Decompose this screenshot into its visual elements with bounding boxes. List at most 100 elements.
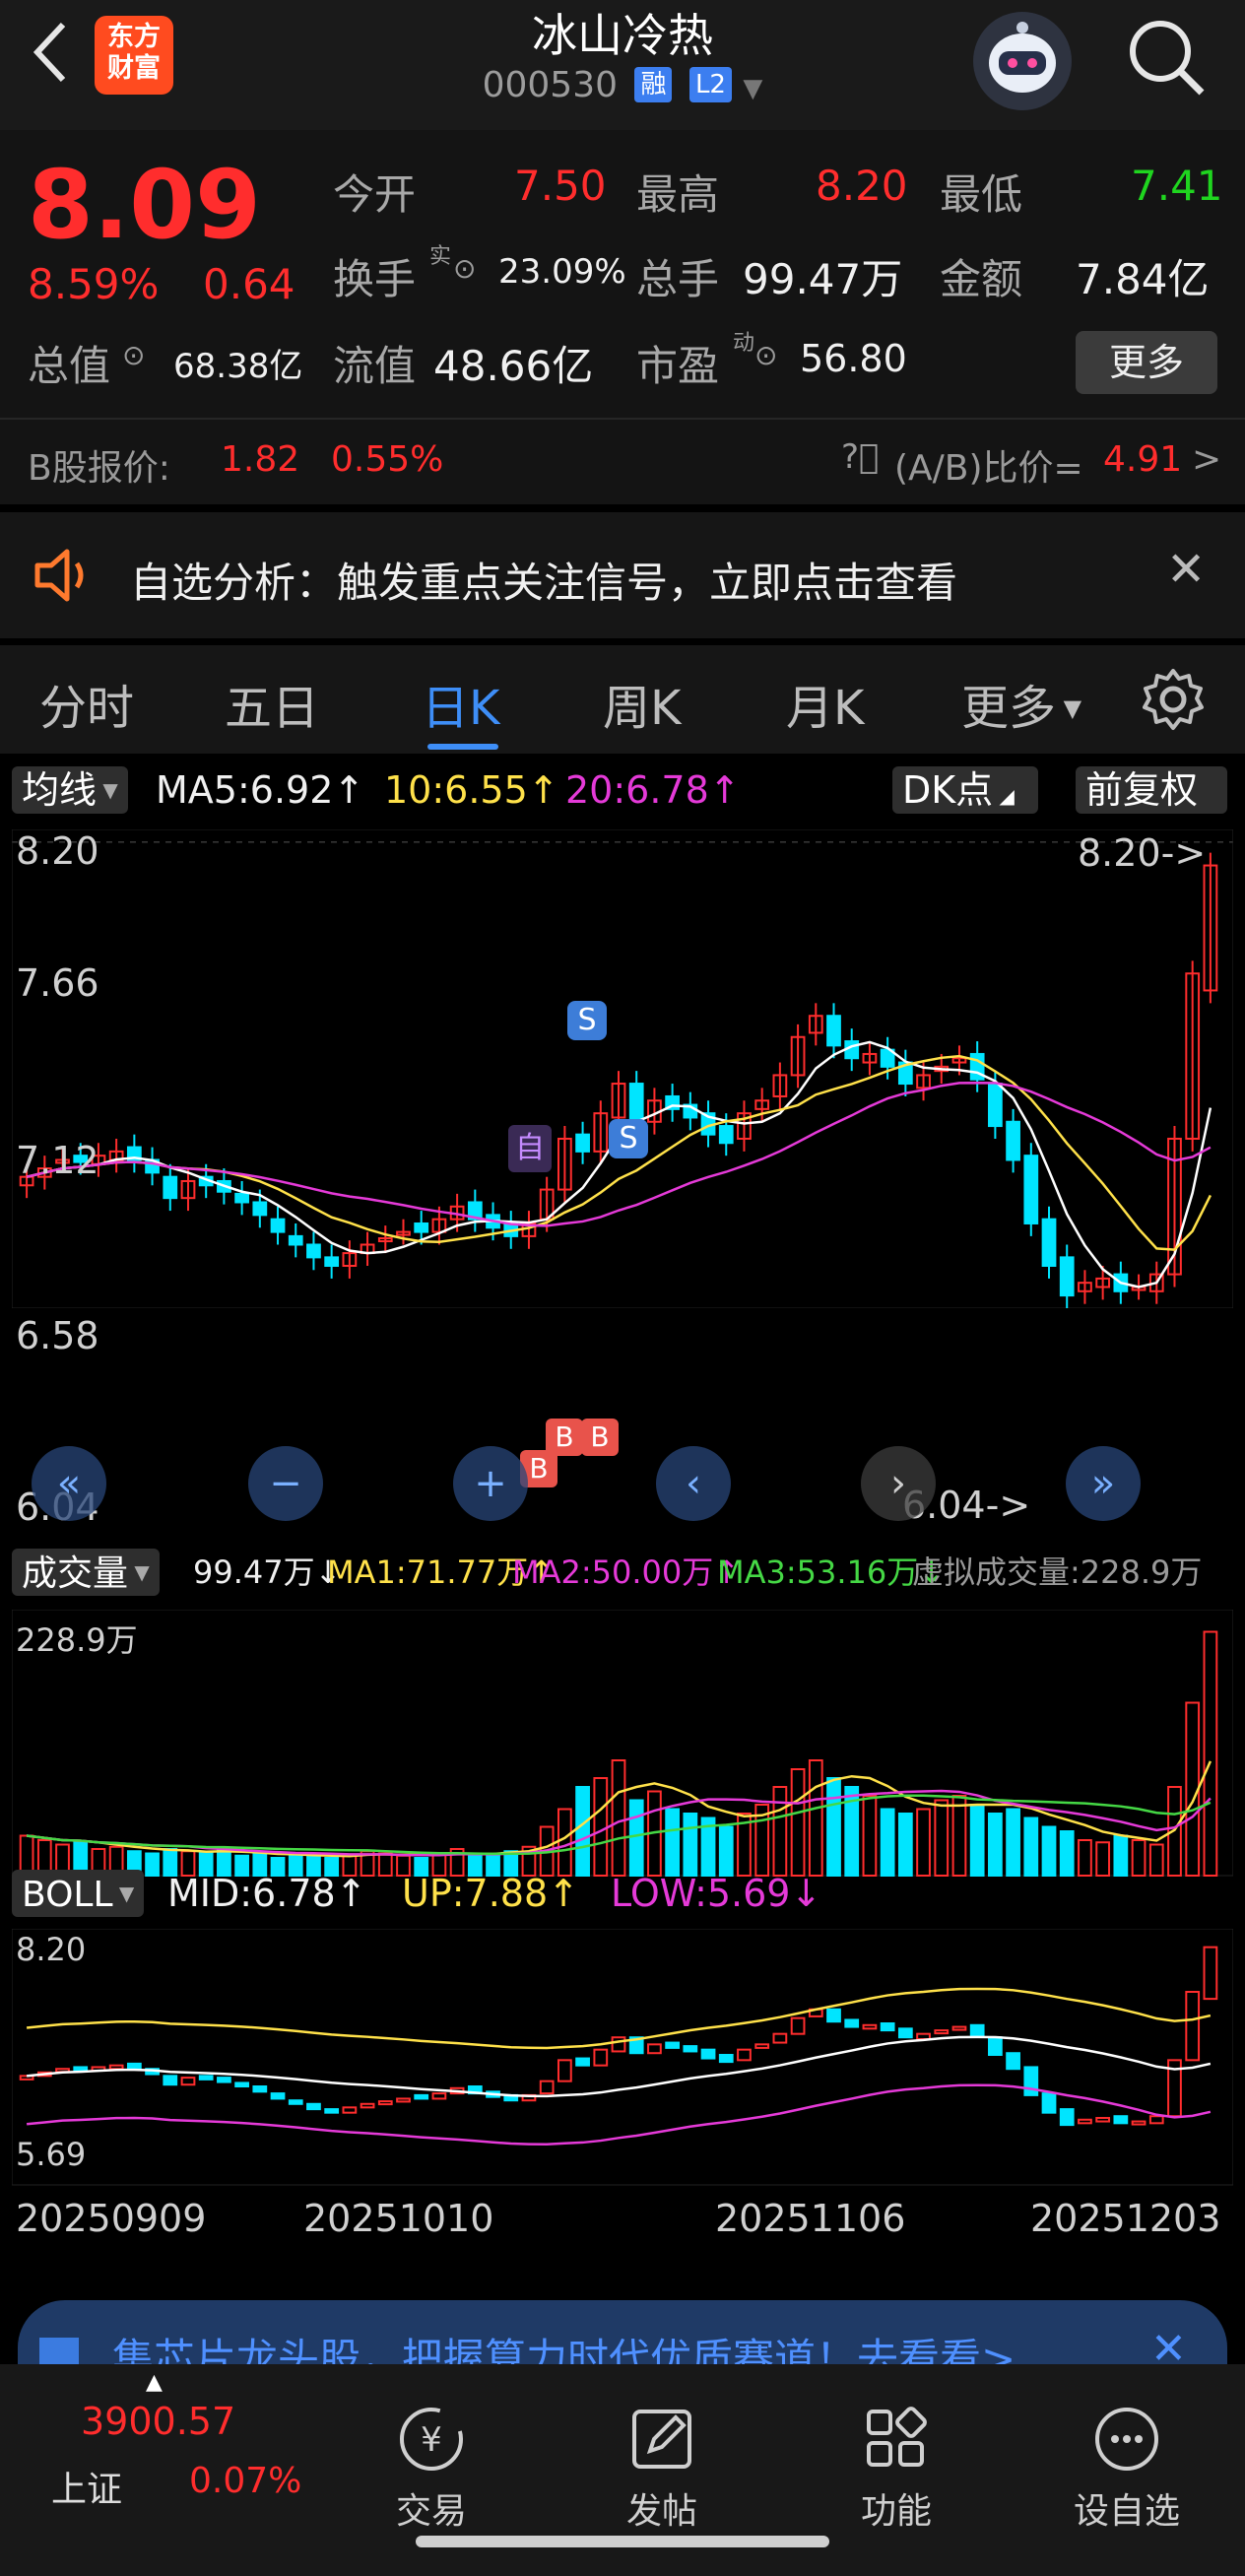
high-value: 8.20 [816, 162, 908, 210]
boll-candle [431, 2092, 447, 2100]
self-select-signal[interactable]: 自 [508, 1125, 552, 1172]
candle-body [575, 1133, 590, 1153]
ab-ratio-arrow[interactable]: > [1192, 439, 1221, 480]
boll-candle [951, 2025, 967, 2031]
caret-down-icon[interactable]: ▼ [743, 74, 762, 103]
volume-bar [575, 1786, 590, 1877]
candle-body [718, 1125, 734, 1145]
boll-chart[interactable] [12, 1929, 1233, 2189]
boll-candle [1078, 2118, 1092, 2125]
double-chevron-right-icon: » [1090, 1461, 1116, 1506]
tab-daily-k[interactable]: 日K [422, 669, 499, 738]
nav-trade[interactable]: ¥ 交易 [362, 2404, 500, 2534]
more-stats-button[interactable]: 更多 [1076, 331, 1217, 394]
boll-bottom-label: 5.69 [16, 2136, 87, 2173]
close-icon[interactable]: ✕ [1166, 542, 1206, 597]
low-value: 7.41 [1131, 162, 1223, 210]
boll-select[interactable]: BOLL ▼ [12, 1870, 145, 1917]
boll-candle [988, 2036, 1003, 2056]
sell-signal[interactable]: S [609, 1119, 648, 1158]
robot-assistant-avatar[interactable] [973, 12, 1072, 110]
level2-tag[interactable]: L2 [688, 67, 732, 102]
candle-body [1041, 1218, 1057, 1267]
float-cap-value: 48.66亿 [433, 342, 594, 390]
open-label: 今开 [333, 170, 417, 219]
amount-value: 7.84亿 [1076, 255, 1210, 303]
kline-chart-area[interactable]: 均线 ▼ MA5:6.92↑ 10:6.55↑ 20:6.78↑ DK点 ◢ 前… [12, 760, 1233, 2285]
boll-candle [844, 2018, 860, 2028]
info-circle-icon[interactable]: ⊙ [453, 252, 476, 285]
zoom-in-button[interactable]: + [453, 1446, 528, 1521]
candle-body [1059, 1256, 1075, 1297]
tab-intraday[interactable]: 分时 [39, 669, 134, 738]
boll-candle [1006, 2052, 1020, 2071]
tab-weekly-k[interactable]: 周K [603, 669, 681, 738]
caret-down-icon: ▼ [112, 1882, 135, 1905]
b-share-label: B股报价: [28, 448, 170, 489]
search-icon [1130, 21, 1205, 96]
volume-bar [611, 1759, 626, 1877]
ma-select[interactable]: 均线 ▼ [12, 766, 128, 814]
ma-indicator-row: 均线 ▼ MA5:6.92↑ 10:6.55↑ 20:6.78↑ DK点 ◢ 前… [12, 760, 1233, 818]
volume-bar [790, 1768, 806, 1877]
caret-down-icon: ▼ [1056, 694, 1082, 722]
adjust-select[interactable]: 前复权 [1076, 766, 1227, 814]
nav-add-watchlist[interactable]: 设自选 [1058, 2404, 1196, 2534]
period-tabs: 分时 五日 日K 周K 月K 更多 ▼ [0, 645, 1245, 754]
boll-candle [557, 2059, 572, 2082]
candle-body [826, 1015, 841, 1047]
x-date-label: 20251106 [715, 2197, 906, 2240]
scroll-right-button[interactable]: › [861, 1446, 936, 1521]
change-amount: 0.64 [203, 260, 295, 308]
volume-ma3: MA3:53.16万↓ [717, 1553, 946, 1591]
index-pct: 0.07% [189, 2461, 302, 2501]
boll-candle [180, 2077, 196, 2086]
fast-forward-button[interactable]: » [1066, 1446, 1141, 1521]
analysis-notice[interactable]: 自选分析：触发重点关注信号，立即点击查看 ✕ [0, 512, 1245, 638]
volume-chart[interactable] [12, 1610, 1233, 1895]
candle-body [1023, 1155, 1039, 1224]
y-tick: 6.58 [16, 1314, 99, 1357]
help-circle-icon[interactable]: ?⃝ [841, 437, 879, 477]
search-button[interactable] [1123, 12, 1212, 100]
info-circle-icon[interactable]: ⊙ [754, 339, 777, 371]
index-ticker[interactable]: ▲ 3900.57 上证 0.07% [39, 2370, 301, 2510]
boll-candle [1113, 2115, 1129, 2125]
zoom-out-button[interactable]: − [248, 1446, 323, 1521]
kline-chart[interactable] [12, 829, 1233, 1308]
info-circle-icon[interactable]: ⊙ [122, 339, 145, 371]
boll-candle [377, 2100, 393, 2106]
nav-functions-label: 功能 [860, 2491, 932, 2532]
buy-signal[interactable]: B [581, 1419, 619, 1456]
volume-bar [826, 1777, 841, 1877]
volume-bar [772, 1786, 788, 1877]
nav-functions[interactable]: 功能 [827, 2404, 965, 2534]
top-header: 东方 财富 冰山冷热 000530 融 L2 ▼ [0, 0, 1245, 130]
boll-candle [126, 2062, 142, 2071]
tab-monthly-k[interactable]: 月K [786, 669, 864, 738]
boll-candle [198, 2075, 214, 2081]
gear-icon[interactable] [1141, 667, 1206, 732]
market-cap-value: 68.38亿 [173, 347, 303, 386]
boll-candle [396, 2097, 411, 2103]
tab-five-day[interactable]: 五日 [225, 669, 319, 738]
boll-candle [1041, 2092, 1057, 2114]
scroll-left-button[interactable]: ‹ [656, 1446, 731, 1521]
nav-post[interactable]: 发帖 [593, 2404, 731, 2534]
yuan-exchange-icon: ¥ [400, 2408, 463, 2471]
sell-signal[interactable]: S [567, 1001, 607, 1040]
turnover-label: 换手 [333, 255, 417, 303]
candle-body [628, 1083, 644, 1123]
amount-label: 金额 [940, 255, 1023, 303]
boll-candle [1131, 2120, 1147, 2126]
tab-more[interactable]: 更多 ▼ [961, 669, 1081, 738]
boll-candle [306, 2102, 321, 2111]
dk-point-select[interactable]: DK点 ◢ [892, 766, 1038, 814]
rewind-button[interactable]: « [32, 1446, 106, 1521]
virtual-volume: 虚拟成交量:228.9万 [912, 1553, 1203, 1591]
nav-add-watchlist-label: 设自选 [1073, 2491, 1180, 2532]
boll-candle [737, 2048, 752, 2062]
boll-indicator-row: BOLL ▼ MID:6.78↑ UP:7.88↑ LOW:5.69↓ [12, 1864, 1233, 1921]
volume-select[interactable]: 成交量 ▼ [12, 1549, 160, 1596]
volume-value: 99.47万 [743, 255, 903, 303]
